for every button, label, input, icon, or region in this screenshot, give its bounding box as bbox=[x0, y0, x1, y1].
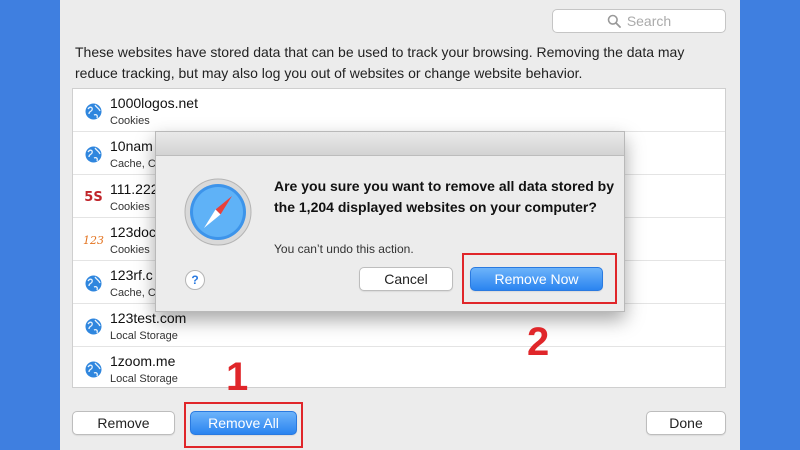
globe-icon bbox=[85, 146, 102, 163]
website-data-types: Cookies bbox=[110, 115, 150, 127]
website-data-types: Local Storage bbox=[110, 330, 178, 342]
cancel-button[interactable]: Cancel bbox=[359, 267, 453, 291]
list-item[interactable]: 1zoom.me Local Storage bbox=[73, 347, 725, 387]
description-text: These websites have stored data that can… bbox=[75, 44, 685, 81]
website-name: 10nam bbox=[110, 138, 153, 154]
website-name: 111.222 bbox=[110, 181, 159, 197]
globe-icon bbox=[85, 318, 102, 335]
globe-icon bbox=[85, 275, 102, 292]
website-name: 123doc bbox=[110, 224, 156, 240]
website-data-types: Cookies bbox=[110, 201, 150, 213]
help-button[interactable]: ? bbox=[185, 270, 205, 290]
123-site-icon: 123 bbox=[83, 234, 104, 247]
globe-icon bbox=[85, 361, 102, 378]
dialog-titlebar bbox=[156, 132, 624, 156]
website-data-types: Cookies bbox=[110, 244, 150, 256]
step-1-label: 1 bbox=[226, 355, 249, 399]
search-placeholder: Search bbox=[626, 13, 672, 29]
search-field[interactable]: Search bbox=[552, 9, 726, 33]
dialog-title: Are you sure you want to remove all data… bbox=[274, 178, 614, 215]
dialog-note: You can’t undo this action. bbox=[274, 242, 414, 256]
search-icon bbox=[607, 14, 621, 28]
website-data-types: Cache, C bbox=[110, 158, 156, 170]
website-name: 1000logos.net bbox=[110, 95, 198, 111]
step-2-label: 2 bbox=[527, 320, 550, 364]
safari-compass-icon bbox=[184, 178, 252, 246]
website-data-types: Local Storage bbox=[110, 373, 178, 385]
website-name: 123rf.c bbox=[110, 267, 153, 283]
done-button[interactable]: Done bbox=[646, 411, 726, 435]
website-name: 123test.com bbox=[110, 310, 187, 326]
remove-button[interactable]: Remove bbox=[72, 411, 175, 435]
globe-icon bbox=[85, 103, 102, 120]
list-item[interactable]: 1000logos.net Cookies bbox=[73, 89, 725, 132]
remove-all-highlight-box bbox=[184, 402, 303, 448]
website-name: 1zoom.me bbox=[110, 353, 176, 369]
remove-now-highlight-box bbox=[462, 253, 617, 304]
website-data-types: Cache, C bbox=[110, 287, 156, 299]
5s-site-icon: 5S bbox=[84, 190, 103, 205]
